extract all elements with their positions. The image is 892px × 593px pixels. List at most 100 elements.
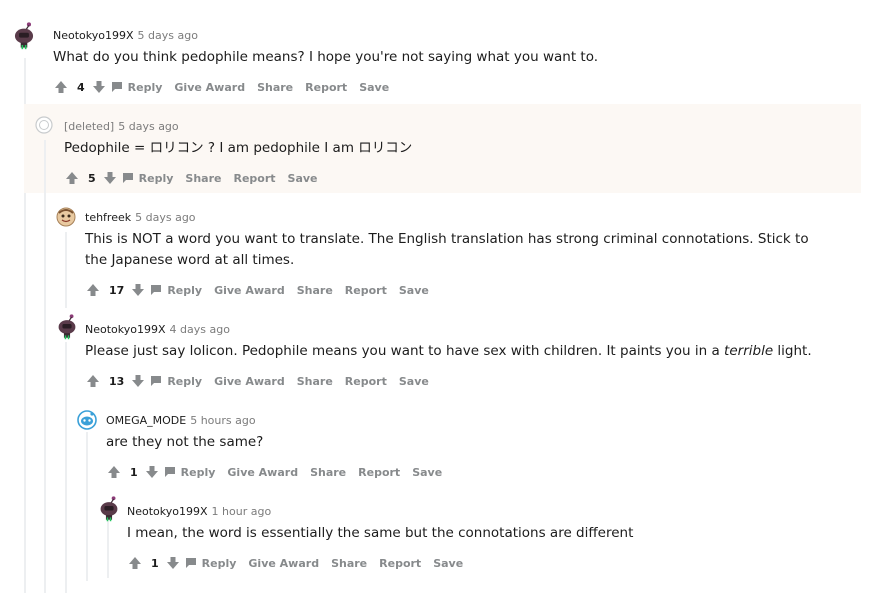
- upvote-arrow-icon[interactable]: [64, 170, 80, 186]
- thread-line[interactable]: [86, 432, 88, 581]
- comment-actions: 17 Reply Give Award Share Report Save: [85, 280, 441, 300]
- give-award-button[interactable]: Give Award: [248, 557, 319, 570]
- report-button[interactable]: Report: [345, 375, 387, 388]
- downvote-arrow-icon[interactable]: [102, 170, 118, 186]
- chat-bubble-icon: [164, 467, 175, 477]
- comment-body: What do you think pedophile means? I hop…: [53, 49, 599, 65]
- chat-bubble-icon: [151, 376, 162, 386]
- comment-actions: 1 Reply Give Award Share Report Save: [106, 462, 454, 482]
- vote-score: 4: [77, 80, 85, 94]
- reply-label: Reply: [180, 465, 216, 479]
- downvote-arrow-icon[interactable]: [144, 464, 160, 480]
- downvote-arrow-icon[interactable]: [130, 373, 146, 389]
- report-button[interactable]: Report: [345, 284, 387, 297]
- comment-age[interactable]: 1 hour ago: [212, 505, 272, 518]
- comment-emphasis: terrible: [724, 343, 774, 359]
- reply-button[interactable]: Reply: [185, 556, 237, 570]
- give-award-button[interactable]: Give Award: [227, 466, 298, 479]
- chat-bubble-icon: [185, 558, 196, 568]
- give-award-button[interactable]: Give Award: [174, 81, 245, 94]
- share-button[interactable]: Share: [297, 284, 333, 297]
- comment-age[interactable]: 5 hours ago: [190, 414, 255, 427]
- author-name[interactable]: Neotokyo199X: [127, 505, 208, 518]
- author-name[interactable]: OMEGA_MODE: [106, 414, 186, 427]
- upvote-arrow-icon[interactable]: [85, 373, 101, 389]
- comment-body: I mean, the word is essentially the same…: [127, 525, 634, 541]
- save-button[interactable]: Save: [399, 375, 429, 388]
- upvote-arrow-icon[interactable]: [106, 464, 122, 480]
- comment-meta: OMEGA_MODE 5 hours ago: [106, 414, 256, 428]
- save-button[interactable]: Save: [359, 81, 389, 94]
- comment-actions: 4 Reply Give Award Share Report Save: [53, 77, 401, 97]
- downvote-arrow-icon[interactable]: [130, 282, 146, 298]
- comment-actions: 5 Reply Share Report Save: [64, 168, 330, 188]
- share-button[interactable]: Share: [331, 557, 367, 570]
- chat-bubble-icon: [151, 285, 162, 295]
- thread-line[interactable]: [107, 520, 109, 578]
- comment-body: This is NOT a word you want to translate…: [85, 231, 809, 268]
- report-button[interactable]: Report: [233, 172, 275, 185]
- give-award-button[interactable]: Give Award: [214, 284, 285, 297]
- chat-bubble-icon: [111, 82, 122, 92]
- reply-button[interactable]: Reply: [111, 80, 163, 94]
- downvote-arrow-icon[interactable]: [165, 555, 181, 571]
- comment-age[interactable]: 5 days ago: [118, 120, 178, 133]
- snoo-avatar-icon[interactable]: [56, 207, 76, 227]
- comment-age[interactable]: 5 days ago: [135, 211, 195, 224]
- author-name[interactable]: tehfreek: [85, 211, 131, 224]
- comment-meta: Neotokyo199X 1 hour ago: [127, 505, 271, 519]
- reply-button[interactable]: Reply: [122, 171, 174, 185]
- save-button[interactable]: Save: [288, 172, 318, 185]
- thread-line[interactable]: [65, 232, 67, 308]
- comment-body: Pedophile = ロリコン ? I am pedophile I am ロ…: [64, 140, 413, 156]
- comment-age[interactable]: 4 days ago: [170, 323, 230, 336]
- reply-label: Reply: [127, 80, 163, 94]
- upvote-arrow-icon[interactable]: [85, 282, 101, 298]
- thread-line[interactable]: [65, 342, 67, 593]
- chat-bubble-icon: [122, 173, 133, 183]
- vote-score: 13: [109, 374, 125, 388]
- reply-button[interactable]: Reply: [164, 465, 216, 479]
- thread-line[interactable]: [44, 140, 46, 593]
- save-button[interactable]: Save: [433, 557, 463, 570]
- reply-label: Reply: [138, 171, 174, 185]
- save-button[interactable]: Save: [399, 284, 429, 297]
- report-button[interactable]: Report: [358, 466, 400, 479]
- author-name: [deleted]: [64, 120, 115, 133]
- vote-score: 1: [151, 556, 159, 570]
- comment-age[interactable]: 5 days ago: [138, 29, 198, 42]
- share-button[interactable]: Share: [185, 172, 221, 185]
- upvote-arrow-icon[interactable]: [53, 79, 69, 95]
- comment-body: Please just say lolicon. Pedophile means…: [85, 341, 845, 362]
- give-award-button[interactable]: Give Award: [214, 375, 285, 388]
- share-button[interactable]: Share: [310, 466, 346, 479]
- comment-meta: tehfreek 5 days ago: [85, 211, 196, 225]
- snoo-avatar-icon[interactable]: [12, 22, 36, 50]
- comment-actions: 1 Reply Give Award Share Report Save: [127, 553, 475, 573]
- downvote-arrow-icon[interactable]: [91, 79, 107, 95]
- vote-score: 5: [88, 171, 96, 185]
- snoo-avatar-icon[interactable]: [99, 496, 119, 522]
- comment-body: are they not the same?: [106, 434, 264, 450]
- reply-label: Reply: [201, 556, 237, 570]
- deleted-user-avatar-icon: [35, 116, 53, 134]
- save-button[interactable]: Save: [412, 466, 442, 479]
- comment-meta: [deleted] 5 days ago: [64, 120, 179, 134]
- author-name[interactable]: Neotokyo199X: [85, 323, 166, 336]
- share-button[interactable]: Share: [257, 81, 293, 94]
- report-button[interactable]: Report: [379, 557, 421, 570]
- snoo-avatar-icon[interactable]: [77, 410, 97, 430]
- vote-score: 17: [109, 283, 125, 297]
- reply-label: Reply: [167, 283, 203, 297]
- share-button[interactable]: Share: [297, 375, 333, 388]
- comment-meta: Neotokyo199X 4 days ago: [85, 323, 230, 337]
- comment-text: Please just say lolicon. Pedophile means…: [85, 343, 725, 359]
- reply-button[interactable]: Reply: [150, 375, 202, 388]
- comment-actions: 13 Reply Give Award Share Report Save: [85, 371, 441, 391]
- snoo-avatar-icon[interactable]: [57, 314, 77, 340]
- upvote-arrow-icon[interactable]: [127, 555, 143, 571]
- vote-score: 1: [130, 465, 138, 479]
- report-button[interactable]: Report: [305, 81, 347, 94]
- reply-button[interactable]: Reply: [150, 284, 202, 297]
- author-name[interactable]: Neotokyo199X: [53, 29, 134, 42]
